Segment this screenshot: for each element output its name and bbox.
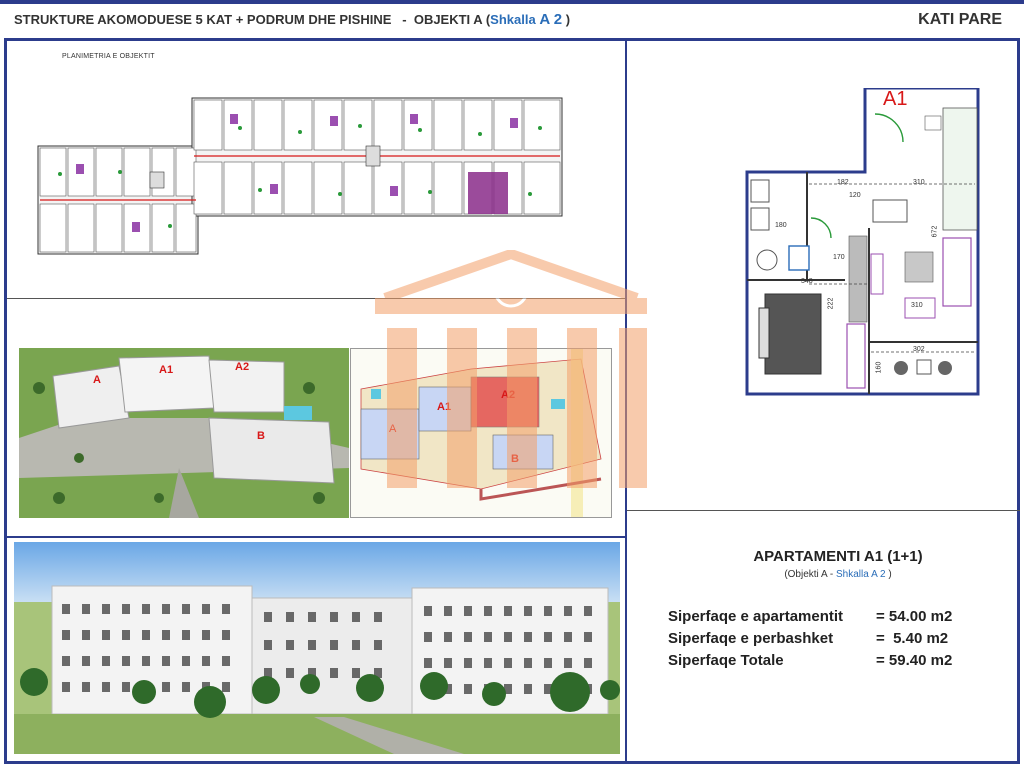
horizontal-divider-right [627,510,1020,511]
apartment-sub-close: ) [888,569,892,580]
dim-302: 302 [913,346,925,353]
dim-310: 310 [913,179,925,186]
dim-222: 222 [827,297,835,310]
title-stair-number: A 2 [539,11,563,28]
diagram-label-a: A [389,423,397,435]
area-label-apartment: Siperfaqe e apartamentit [668,608,844,625]
site-plan-drawing [37,97,563,255]
area-row-total: Siperfaqe Totale = 59.40 m2 [668,652,952,669]
site-plan-panel: PLANIMETRIA E OBJEKTIT [10,44,622,296]
apartment-info: APARTAMENTI A1 (1+1) (Objekti A - Shkall… [628,512,1020,764]
aerial-label-a1: A1 [159,364,174,376]
apartment-floor-plan: A1 182 310 120 672 170 348 310 302 222 1… [745,88,981,398]
aerial-label-a: A [93,374,101,386]
apartment-sub-stair-word: Shkalla [836,569,869,580]
apartment-floor-plan-drawing [745,88,980,396]
area-label-common: Siperfaqe e perbashket [668,630,834,647]
title-object: OBJEKTI A ( [413,12,491,27]
unit-label: A1 [883,88,908,110]
area-row-common: Siperfaqe e perbashket = 5.40 m2 [668,630,948,647]
area-label-total: Siperfaqe Totale [668,652,784,669]
dim-182: 182 [837,179,849,186]
dim-348: 348 [801,278,813,285]
aerial-label-a2: A2 [235,361,250,373]
aerial-render: A A1 A2 B [19,348,349,518]
title-stair-word: Shkalla [490,12,536,27]
diagram-label-b: B [511,453,519,465]
dim-310-bottom: 310 [911,302,923,309]
page-title: STRUKTURE AKOMODUESE 5 KAT + PODRUM DHE … [14,11,570,28]
dim-120: 120 [849,192,861,199]
dim-180: 180 [775,222,787,229]
aerial-render-image [19,348,349,518]
site-diagram: A A1 A2 B [350,348,612,518]
diagram-label-a2: A2 [501,389,516,401]
dim-672: 672 [931,225,939,238]
floor-label: KATI PARE [918,11,1002,28]
area-row-apartment: Siperfaqe e apartamentit = 54.00 m2 [668,608,952,625]
apartment-sub-stair-number: A 2 [871,569,886,580]
horizontal-divider-plan [7,298,625,299]
area-value-apartment: = 54.00 m2 [876,608,953,625]
area-value-common: = 5.40 m2 [876,630,949,647]
horizontal-divider-left [7,536,625,538]
title-separator: - [402,12,407,27]
aerial-label-b: B [257,430,265,442]
page-header: STRUKTURE AKOMODUESE 5 KAT + PODRUM DHE … [0,4,1024,38]
dim-170: 170 [833,254,845,261]
apartment-sub-object: (Objekti A - [784,569,834,580]
title-close: ) [565,12,571,27]
dim-160: 160 [875,361,883,374]
apartment-title: APARTAMENTI A1 (1+1) [753,548,923,565]
diagram-label-a1: A1 [437,401,452,413]
title-main: STRUKTURE AKOMODUESE 5 KAT + PODRUM DHE … [14,12,392,27]
street-render-image [14,542,620,754]
apartment-subtitle: (Objekti A - Shkalla A 2 ) [628,569,1024,580]
vertical-divider [625,41,627,761]
area-value-total: = 59.40 m2 [876,652,953,669]
street-render [14,542,620,754]
